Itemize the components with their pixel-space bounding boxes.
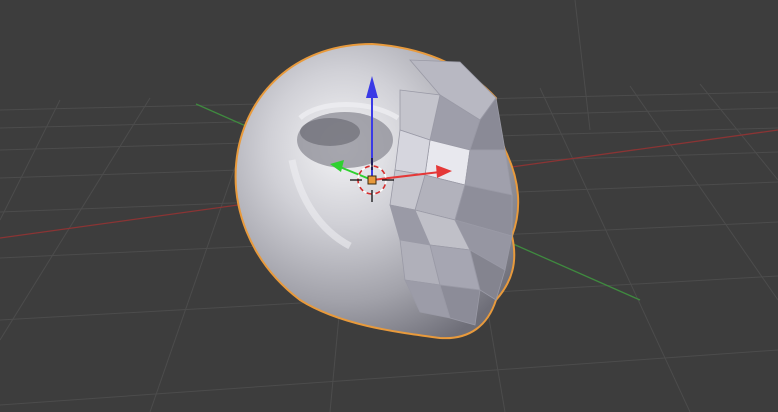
viewport-canvas[interactable]: [0, 0, 778, 412]
3d-viewport[interactable]: [0, 0, 778, 412]
faceted-face: [389, 59, 513, 326]
selected-head-mesh[interactable]: [234, 42, 520, 340]
object-origin-marker: [367, 175, 377, 185]
